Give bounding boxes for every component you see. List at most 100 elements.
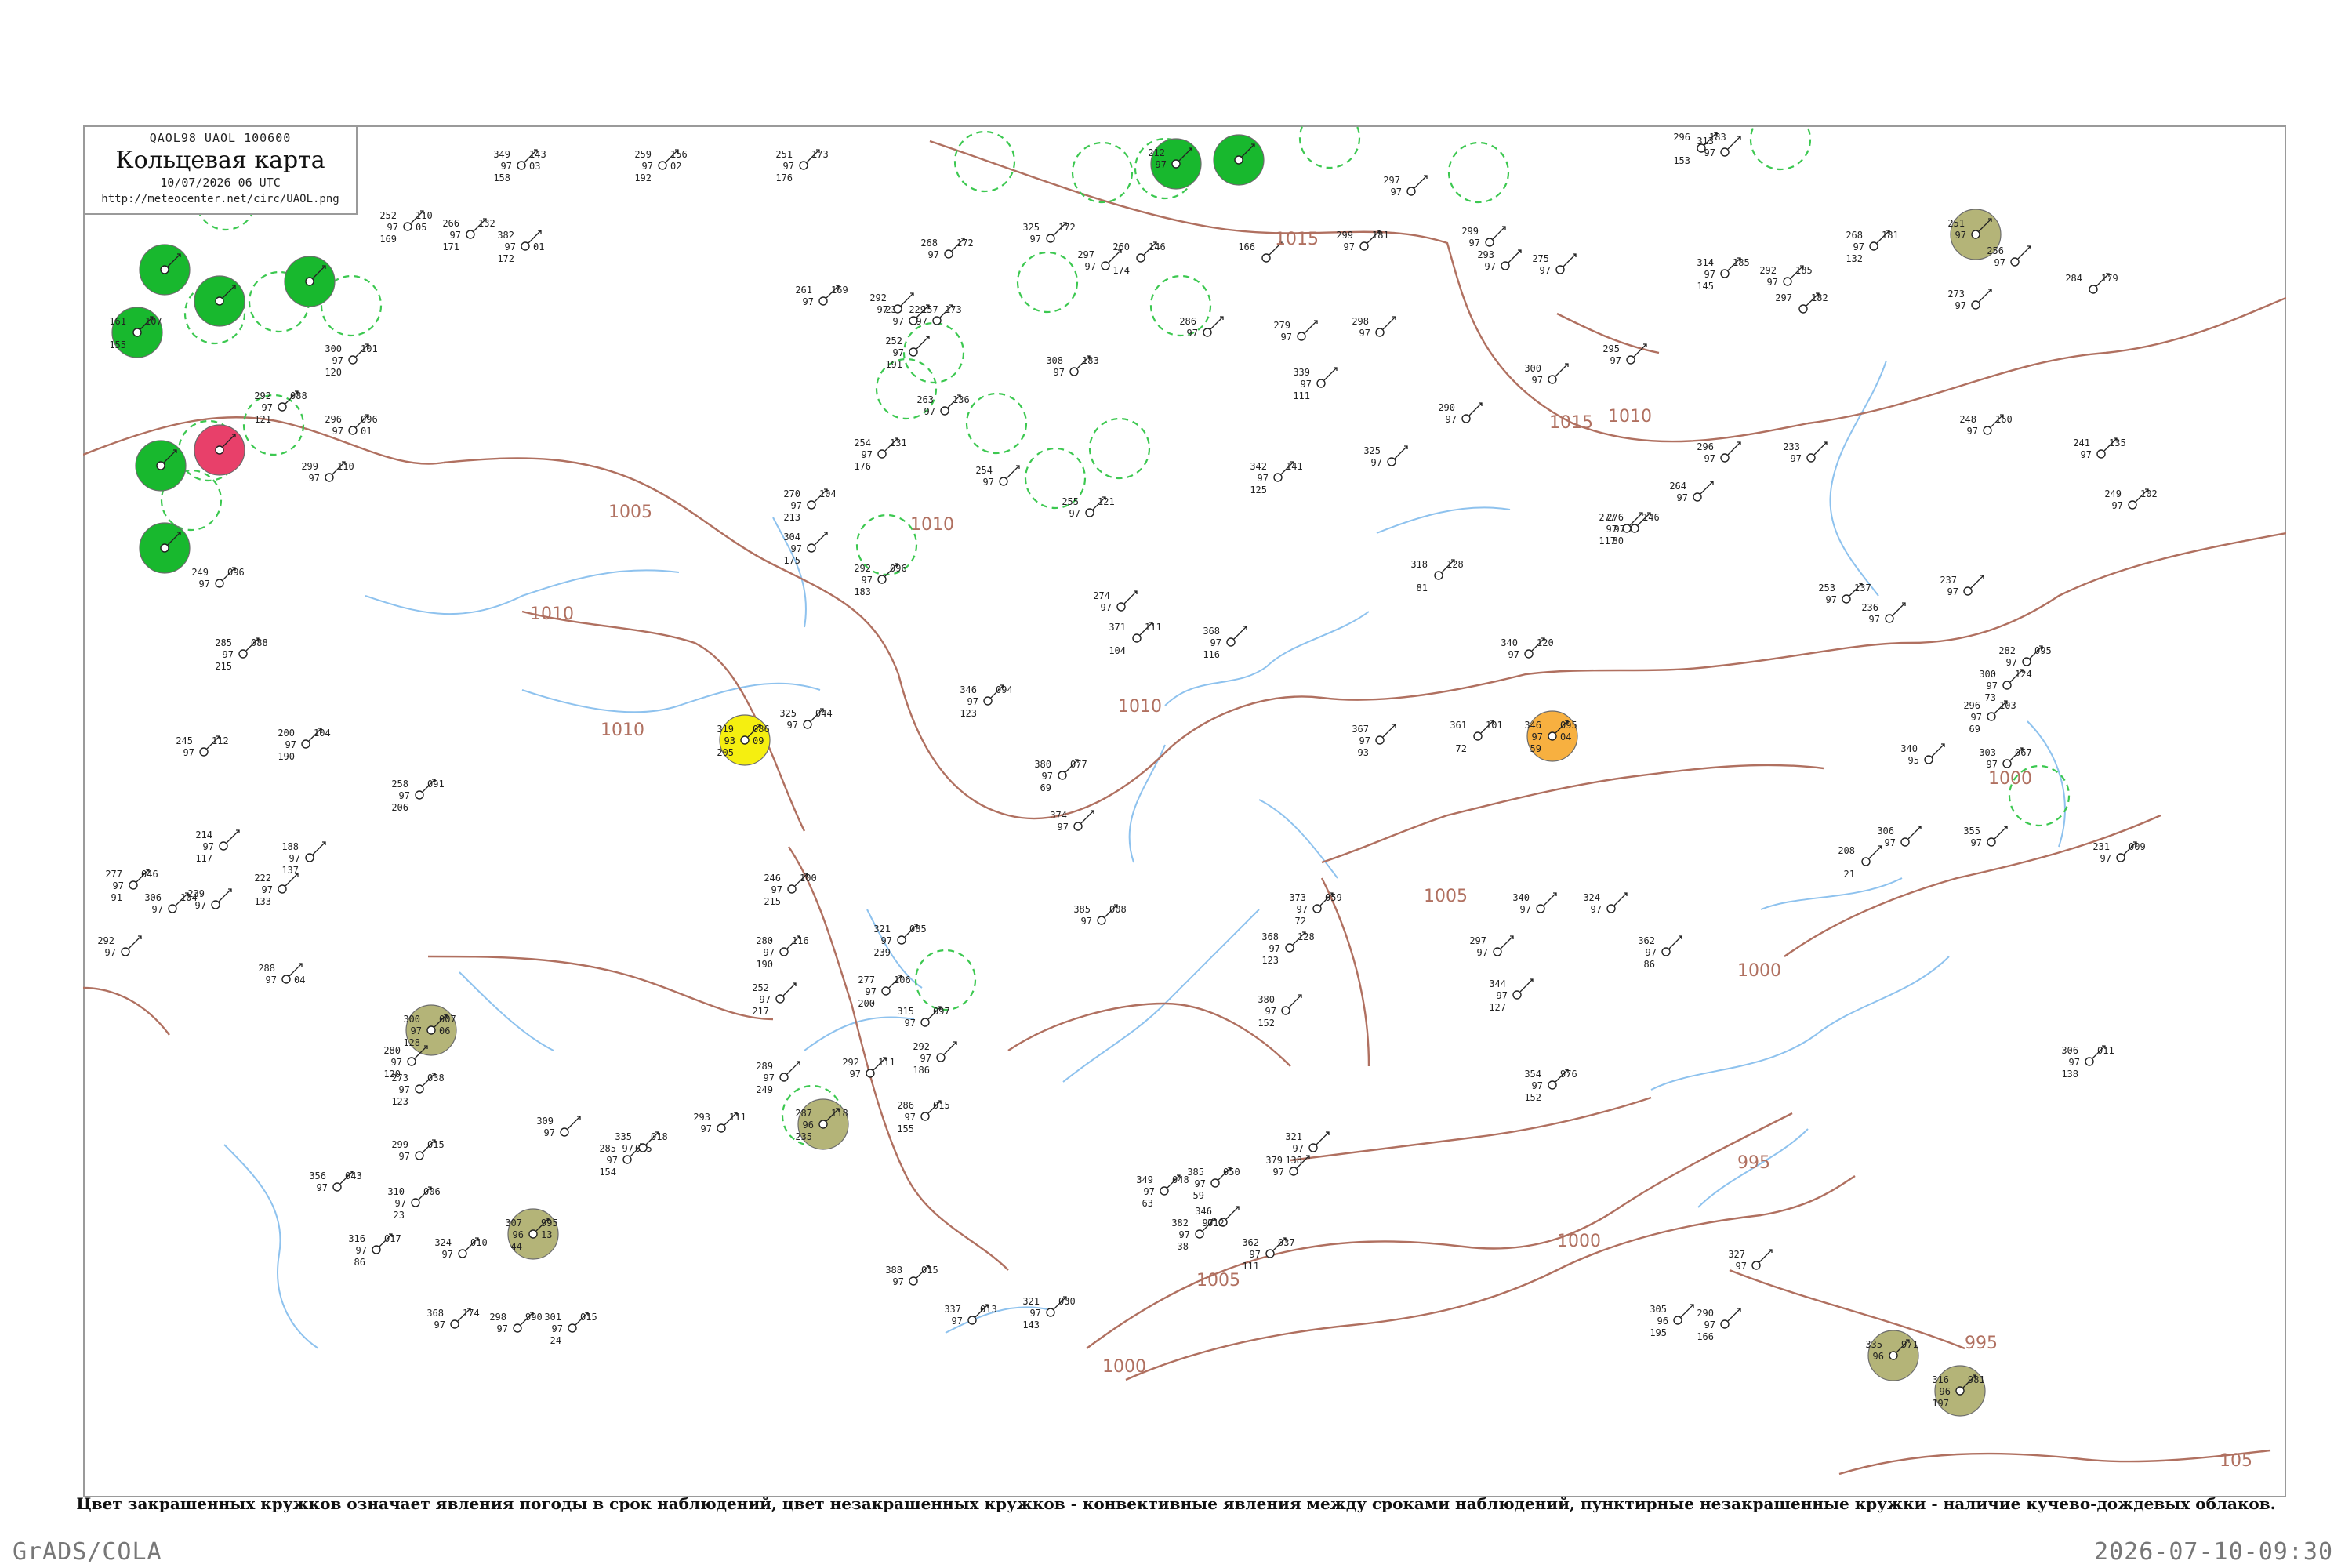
station-s18[interactable]: 249 096 97: [191, 567, 244, 590]
station-s27[interactable]: 18897137: [281, 841, 326, 876]
station-s33[interactable]: 273 038 97123: [391, 1073, 444, 1107]
station-s117[interactable]: 388 015 97: [885, 1265, 938, 1287]
station-s88[interactable]: 27397: [1947, 289, 1992, 311]
station-s36[interactable]: 316 017 9786: [348, 1233, 401, 1268]
station-s89[interactable]: 284 179: [2065, 273, 2118, 294]
station-s68[interactable]: 36897116: [1203, 626, 1247, 660]
station-s52[interactable]: 25297217: [752, 982, 797, 1017]
station-s95[interactable]: 300 124 9773: [1979, 669, 2031, 703]
station-s127[interactable]: 35597: [1963, 826, 2008, 848]
station-s40[interactable]: 298 990 97: [489, 1312, 542, 1334]
station-s100[interactable]: 306 011 97138: [2061, 1045, 2114, 1080]
station-s121[interactable]: 32497: [1583, 892, 1628, 915]
station-s07[interactable]: 161 107 155: [109, 307, 163, 358]
station-s139[interactable]: 254 131 97176: [854, 437, 906, 472]
station-s118[interactable]: 337 013 97: [944, 1304, 996, 1327]
station-s67[interactable]: 371 111 104: [1109, 622, 1161, 656]
station-s157[interactable]: 27997: [1273, 320, 1318, 343]
station-s56[interactable]: 29297186: [913, 1041, 957, 1076]
station-s61[interactable]: 30497175: [783, 532, 828, 566]
station-s55[interactable]: 315 097 97: [897, 1006, 949, 1029]
station-s114[interactable]: 385 050 9759: [1187, 1167, 1240, 1201]
station-s158[interactable]: 29597: [1602, 343, 1647, 366]
station-s124[interactable]: 32197138: [1285, 1131, 1330, 1166]
station-s83[interactable]: 314 185 97145: [1697, 257, 1749, 292]
station-s109[interactable]: 368 128 97123: [1261, 931, 1314, 966]
station-s132[interactable]: 261 169 97: [795, 285, 848, 307]
station-s125[interactable]: 208 21: [1838, 845, 1882, 880]
station-s97[interactable]: 34095: [1900, 743, 1945, 766]
station-s85[interactable]: 292 185 97: [1759, 265, 1812, 288]
source-url[interactable]: http://meteocenter.net/circ/UAOL.png: [85, 193, 356, 205]
station-s103[interactable]: 335 971 96: [1865, 1330, 1919, 1381]
station-s14[interactable]: 300 101 97120: [325, 343, 377, 378]
station-s73[interactable]: 299 181 97: [1336, 230, 1388, 252]
station-s57[interactable]: 286 015 97155: [897, 1100, 949, 1134]
station-s53[interactable]: 277 106 97200: [858, 975, 910, 1009]
station-s130[interactable]: 23397: [1783, 441, 1828, 464]
station-s06[interactable]: 38297 01 172: [497, 230, 544, 264]
station-s75[interactable]: 318 128 81: [1410, 559, 1463, 593]
station-s110[interactable]: 38097152: [1258, 994, 1302, 1029]
station-s136[interactable]: 263 136 97: [916, 394, 969, 417]
station-s10[interactable]: [284, 256, 336, 307]
station-s50[interactable]: 246 100 97215: [764, 873, 816, 907]
station-s137[interactable]: 25497: [975, 465, 1020, 488]
station-s113[interactable]: 349 0489763: [1136, 1174, 1189, 1209]
station-s51[interactable]: 280 116 97190: [756, 935, 808, 970]
station-s54[interactable]: 321 085 97239: [873, 924, 926, 958]
station-s09[interactable]: [194, 275, 245, 327]
station-s28[interactable]: 22297133: [254, 873, 299, 907]
station-s152[interactable]: 30097: [1524, 363, 1569, 386]
station-s31[interactable]: 300 007 97 06 128: [403, 1004, 457, 1056]
station-s106[interactable]: 354 976 97152: [1524, 1069, 1577, 1103]
station-s147[interactable]: [1213, 134, 1265, 186]
station-s64[interactable]: 380 077 9769: [1034, 759, 1087, 793]
station-s94[interactable]: 282 095 97: [1998, 645, 2051, 668]
station-s134[interactable]: 325 172 97: [1022, 222, 1075, 245]
station-s129[interactable]: 23697: [1861, 602, 1906, 625]
station-s16[interactable]: 296 096 97 01: [325, 414, 377, 437]
station-s102[interactable]: 30596195: [1650, 1304, 1694, 1338]
station-s37[interactable]: 356 043 97: [309, 1171, 361, 1193]
station-s02[interactable]: 259 156 97 02 192: [634, 149, 687, 183]
station-s159[interactable]: 29697: [1697, 441, 1741, 464]
synoptic-map[interactable]: 349 143 97 03 158 259 156 97 02 192 251 173 97 176 252…: [83, 125, 2286, 1497]
station-s107[interactable]: 34497127: [1489, 978, 1534, 1013]
station-s91[interactable]: 241 135 97: [2073, 437, 2125, 460]
station-s154[interactable]: 29897: [1352, 316, 1396, 339]
station-s74[interactable]: 33997111: [1293, 367, 1338, 401]
station-s120[interactable]: 34097: [1512, 892, 1557, 915]
station-s08[interactable]: [139, 244, 191, 296]
station-s69[interactable]: 346 095 97 04 59: [1524, 710, 1578, 762]
station-s146[interactable]: 21297: [1148, 138, 1202, 190]
station-s66[interactable]: 385 008 97: [1073, 904, 1126, 927]
station-s99[interactable]: 231 009 97: [2092, 841, 2145, 864]
station-s05[interactable]: 266 132 97171: [442, 218, 495, 252]
station-s03[interactable]: 251 173 97176: [775, 149, 828, 183]
station-s38[interactable]: 324 010 97: [434, 1237, 487, 1260]
station-s70[interactable]: 361 101 72: [1450, 720, 1502, 754]
station-s11[interactable]: [194, 424, 245, 476]
station-s59[interactable]: 325 044 97: [779, 708, 832, 731]
station-s116[interactable]: 382 012 9738: [1171, 1218, 1224, 1252]
station-s71[interactable]: 340 120 97: [1501, 637, 1553, 660]
station-s01[interactable]: 349 143 97 03 158: [493, 149, 546, 183]
station-s148[interactable]: 29797: [1383, 175, 1428, 198]
station-s80[interactable]: 26497: [1669, 481, 1714, 503]
station-s35[interactable]: 310 006 9723: [387, 1186, 440, 1221]
station-s86[interactable]: 268 181 97132: [1846, 230, 1898, 264]
station-s144[interactable]: 260 146 174: [1112, 241, 1165, 276]
station-s17[interactable]: 299 110 97: [301, 461, 354, 484]
station-s22[interactable]: 29297: [97, 935, 142, 958]
station-s122[interactable]: 3629786: [1638, 935, 1682, 970]
station-s62[interactable]: 292 096 97183: [854, 563, 906, 597]
station-s13[interactable]: [139, 522, 191, 574]
station-s42[interactable]: 307 995 96 13 44: [505, 1208, 559, 1260]
station-s98[interactable]: 303 067 97: [1979, 747, 2031, 770]
station-s30[interactable]: 28897 04: [258, 963, 305, 985]
station-s108[interactable]: 373 059 9772: [1289, 892, 1341, 927]
station-s143[interactable]: 268 172 97: [920, 238, 973, 260]
station-s04[interactable]: 252 110 97 05 169: [379, 210, 432, 245]
station-s112[interactable]: 362 037 97111: [1242, 1237, 1294, 1272]
